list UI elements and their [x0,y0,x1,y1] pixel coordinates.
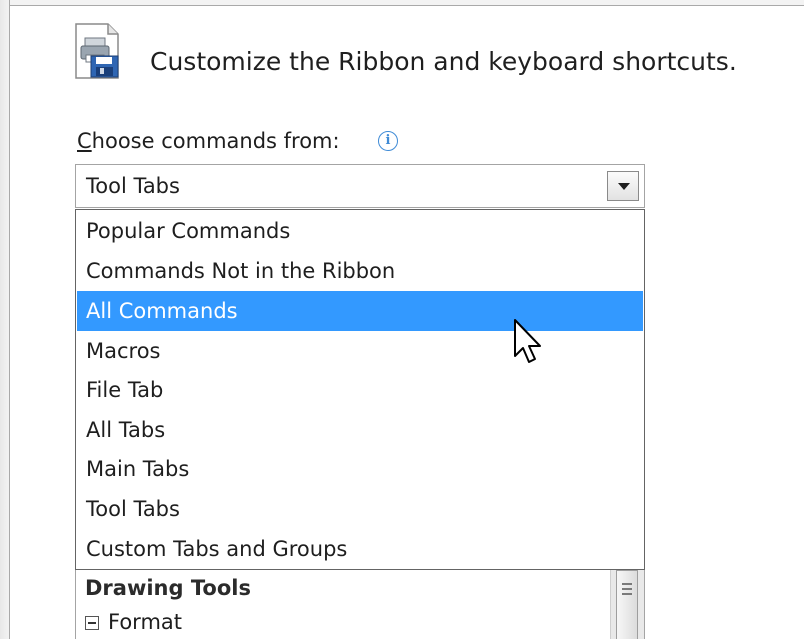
access-key: C [77,129,92,153]
dropdown-option-custom-tabs-and-groups[interactable]: Custom Tabs and Groups [77,529,643,569]
chevron-down-icon [618,183,630,190]
customize-ribbon-panel: Customize the Ribbon and keyboard shortc… [0,0,804,639]
dropdown-option-all-tabs[interactable]: All Tabs [77,410,643,450]
window-left-edge [0,0,10,639]
grip-line [622,588,632,590]
page-title: Customize the Ribbon and keyboard shortc… [150,47,737,76]
dropdown-option-main-tabs[interactable]: Main Tabs [77,449,643,489]
dropdown-button[interactable] [607,171,639,201]
dropdown-option-tool-tabs[interactable]: Tool Tabs [77,489,643,529]
list-group-header: Drawing Tools [85,576,251,600]
choose-commands-label: Choose commands from: [77,129,340,153]
list-scrollbar[interactable] [610,570,644,639]
list-item[interactable]: Format [85,610,182,634]
scrollbar-thumb[interactable] [616,570,638,639]
dropdown-option-all-commands[interactable]: All Commands [77,291,643,331]
list-item-label: Format [108,610,183,634]
dropdown-option-popular-commands[interactable]: Popular Commands [77,211,643,251]
dropdown-option-macros[interactable]: Macros [77,331,643,371]
window-top-edge [10,0,804,6]
commands-list[interactable]: Drawing Tools Format [75,570,645,639]
grip-line [622,583,632,585]
dropdown-option-commands-not-in-ribbon[interactable]: Commands Not in the Ribbon [77,251,643,291]
grip-line [622,593,632,595]
dropdown-options-list: Popular Commands Commands Not in the Rib… [75,209,645,570]
collapse-icon[interactable] [85,616,99,630]
dropdown-option-file-tab[interactable]: File Tab [77,370,643,410]
choose-commands-label-text: hoose commands from: [91,129,340,153]
choose-commands-dropdown[interactable]: Tool Tabs [75,164,645,208]
customize-ribbon-icon [75,23,119,79]
dropdown-selected-value: Tool Tabs [86,174,180,198]
info-icon[interactable]: i [378,131,398,151]
mouse-cursor-icon [514,319,541,363]
